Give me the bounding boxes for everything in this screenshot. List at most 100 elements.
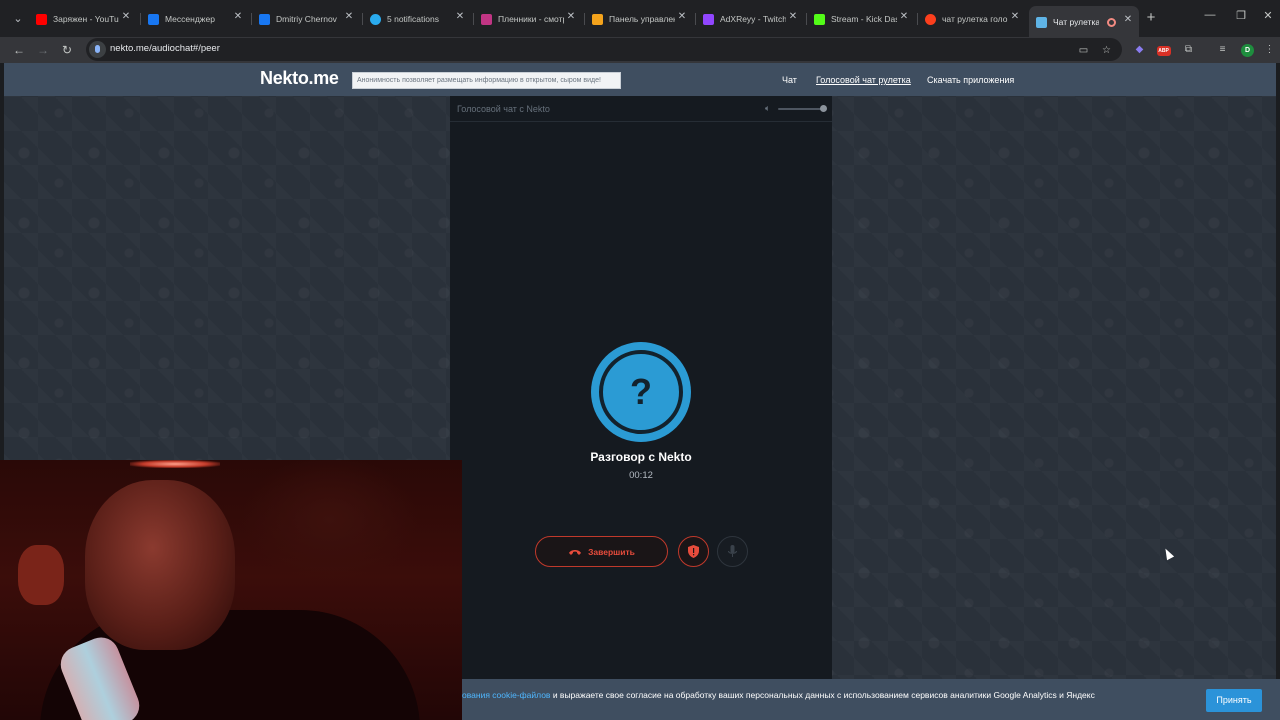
webcam-figurine — [18, 545, 64, 605]
tab-close-icon[interactable]: ✕ — [454, 11, 466, 22]
browser-tab[interactable]: чат рулетка голо... ✕ — [925, 8, 1021, 30]
tab-close-icon[interactable]: ✕ — [1009, 11, 1021, 22]
browser-tab[interactable]: 5 notifications ✕ — [370, 8, 466, 30]
question-mark-icon: ? — [630, 371, 652, 412]
call-timer: 00:12 — [629, 470, 653, 481]
voice-chat-header: Голосовой чат с Nekto 🔈︎ — [450, 96, 832, 122]
end-call-button[interactable]: Завершить — [535, 536, 668, 567]
extension-icon[interactable]: ◆ — [1132, 42, 1147, 57]
mute-microphone-button[interactable] — [717, 536, 748, 567]
voice-chat-title: Голосовой чат с Nekto — [457, 104, 550, 114]
browser-tab[interactable]: AdXReyy - Twitch ✕ — [703, 8, 799, 30]
tab-close-icon[interactable]: ✕ — [232, 11, 244, 22]
adblock-icon[interactable]: ABP — [1156, 42, 1171, 57]
browser-tab[interactable]: Заряжен - YouTube ✕ — [36, 8, 132, 30]
browser-tab[interactable]: Панель управлен... ✕ — [592, 8, 688, 30]
close-window-button[interactable]: ✕ — [1258, 9, 1278, 22]
twitch-icon — [703, 13, 714, 25]
kebab-menu-icon[interactable]: ⋮ — [1262, 42, 1277, 57]
browser-tab[interactable]: Dmitriy Chernov ✕ — [259, 8, 355, 30]
youtube-icon — [36, 13, 47, 25]
browser-tab[interactable]: Stream - Kick Dash... ✕ — [814, 8, 910, 30]
restore-button[interactable]: ❐ — [1231, 9, 1251, 22]
tab-close-icon[interactable]: ✕ — [787, 11, 799, 22]
site-logo[interactable]: Nekto.me — [260, 68, 339, 89]
nekto-icon — [1036, 16, 1047, 28]
new-tab-button[interactable]: + — [1144, 10, 1158, 26]
browser-toolbar: ← → ↻ nekto.me/audiochat#/peer ▭ ☆ ◆ ABP… — [0, 37, 1280, 63]
webcam-backlight — [130, 460, 220, 468]
tab-title: Dmitriy Chernov — [276, 14, 337, 24]
conversation-title: Разговор с Nekto — [590, 450, 692, 464]
tab-close-icon[interactable]: ✕ — [898, 11, 910, 22]
tab-title: Панель управлен... — [609, 14, 675, 24]
reading-list-icon[interactable]: ≡ — [1215, 42, 1230, 57]
site-slogan: Анонимность позволяет размещать информац… — [352, 72, 621, 89]
browser-tab[interactable]: Пленники - смотр... ✕ — [481, 8, 577, 30]
yandex-icon — [925, 13, 936, 25]
browser-tab[interactable]: Мессенджер ✕ — [148, 8, 244, 30]
telegram-icon — [370, 13, 381, 25]
nav-link-chat[interactable]: Чат — [782, 75, 797, 85]
tab-separator — [695, 13, 696, 25]
end-call-label: Завершить — [588, 546, 635, 557]
browser-tab-strip: ⌄ Заряжен - YouTube ✕ Мессенджер ✕ Dmitr… — [0, 0, 1280, 37]
site-info-mic-icon[interactable] — [89, 41, 106, 58]
tab-separator — [362, 13, 363, 25]
tab-title: 5 notifications — [387, 14, 439, 24]
webcam-person-head — [85, 480, 235, 650]
tab-close-icon[interactable]: ✕ — [343, 11, 355, 22]
tab-close-icon[interactable]: ✕ — [1122, 14, 1134, 25]
tab-title: Пленники - смотр... — [498, 14, 564, 24]
address-bar[interactable]: nekto.me/audiochat#/peer ▭ ☆ — [86, 38, 1122, 61]
shield-icon — [688, 545, 699, 558]
cookie-text-body: и выражаете свое согласие на обработку в… — [550, 690, 1095, 700]
profile-avatar-icon[interactable]: D — [1240, 42, 1255, 57]
volume-icon[interactable]: 🔈︎ — [765, 103, 770, 114]
report-button[interactable] — [678, 536, 709, 567]
nav-link-download-apps[interactable]: Скачать приложения — [927, 75, 1014, 85]
cookie-consent-bar: ования cookie-файлов и выражаете свое со… — [462, 679, 1280, 720]
site-header: Nekto.me Анонимность позволяет размещать… — [4, 63, 1276, 96]
minimize-button[interactable]: — — [1200, 9, 1220, 21]
tab-separator — [251, 13, 252, 25]
profile-initial: D — [1241, 44, 1254, 57]
profile-icon — [259, 13, 270, 25]
adblock-label: ABP — [1156, 46, 1171, 56]
nav-link-voice-chat[interactable]: Голосовой чат рулетка — [816, 75, 911, 85]
volume-slider-thumb[interactable] — [820, 105, 827, 112]
cookie-policy-link[interactable]: ования cookie-файлов — [462, 690, 550, 700]
tab-title: Stream - Kick Dash... — [831, 14, 897, 24]
forward-button[interactable]: → — [34, 41, 52, 59]
cast-icon[interactable]: ▭ — [1076, 43, 1091, 58]
browser-tab-active[interactable]: Чат рулетка ✕ — [1029, 6, 1139, 37]
kick-icon — [814, 13, 825, 25]
media-icon — [481, 13, 492, 25]
reload-button[interactable]: ↻ — [58, 41, 76, 59]
tab-close-icon[interactable]: ✕ — [120, 11, 132, 22]
tab-close-icon[interactable]: ✕ — [676, 11, 688, 22]
tab-separator — [917, 13, 918, 25]
url-text[interactable]: nekto.me/audiochat#/peer — [110, 43, 220, 54]
bookmark-star-icon[interactable]: ☆ — [1099, 43, 1114, 58]
puzzle-icon[interactable]: ⧉ — [1181, 42, 1196, 57]
peer-avatar: ? — [591, 342, 691, 442]
tab-title: Мессенджер — [165, 14, 215, 24]
accept-cookies-button[interactable]: Принять — [1206, 689, 1262, 712]
tab-close-icon[interactable]: ✕ — [565, 11, 577, 22]
tab-title: чат рулетка голо... — [942, 14, 1008, 24]
hangup-phone-icon — [569, 549, 582, 555]
tab-separator — [473, 13, 474, 25]
back-button[interactable]: ← — [10, 41, 28, 59]
cookie-text: ования cookie-файлов и выражаете свое со… — [462, 690, 1095, 700]
volume-slider[interactable] — [778, 108, 825, 110]
microphone-icon — [728, 545, 737, 557]
streamer-webcam-overlay — [0, 460, 462, 720]
tab-separator — [140, 13, 141, 25]
tab-title: AdXReyy - Twitch — [720, 14, 786, 24]
voice-chat-panel: Голосовой чат с Nekto 🔈︎ ? Разговор с Ne… — [450, 96, 832, 720]
recording-indicator-icon — [1107, 17, 1116, 27]
page-edge-right — [1276, 63, 1280, 720]
messenger-icon — [148, 13, 159, 25]
tab-search-chevron-icon[interactable]: ⌄ — [10, 11, 26, 27]
